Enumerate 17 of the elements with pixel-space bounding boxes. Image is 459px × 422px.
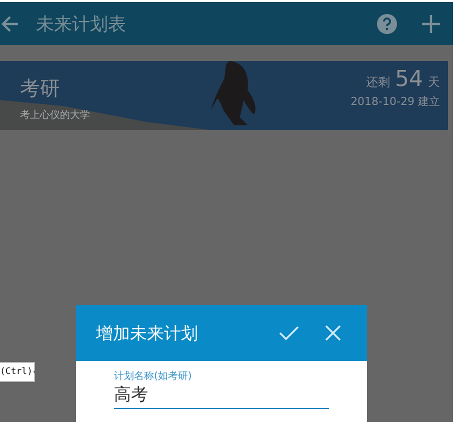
close-icon[interactable]	[323, 323, 343, 343]
dialog-title: 增加未来计划	[96, 322, 198, 344]
back-arrow-icon[interactable]	[0, 14, 20, 34]
field-value: 高考	[114, 384, 149, 406]
remaining-label: 还剩	[366, 74, 390, 91]
plan-description: 考上心仪的大学	[20, 108, 90, 122]
app-title: 未来计划表	[36, 12, 126, 36]
help-icon[interactable]	[377, 14, 397, 34]
remaining-days: 54	[395, 67, 423, 92]
popup-label: (Ctrl)	[0, 367, 33, 377]
add-icon[interactable]	[421, 14, 441, 34]
field-label: 计划名称(如考研)	[114, 370, 193, 383]
plan-name: 考研	[20, 75, 61, 102]
plan-card[interactable]: 考研 考上心仪的大学 还剩 54 天 2018-10-29 建立	[0, 61, 448, 130]
plan-name-field[interactable]: 计划名称(如考研) 高考	[114, 369, 329, 409]
days-unit: 天	[428, 74, 440, 91]
created-date: 2018-10-29 建立	[350, 94, 440, 109]
